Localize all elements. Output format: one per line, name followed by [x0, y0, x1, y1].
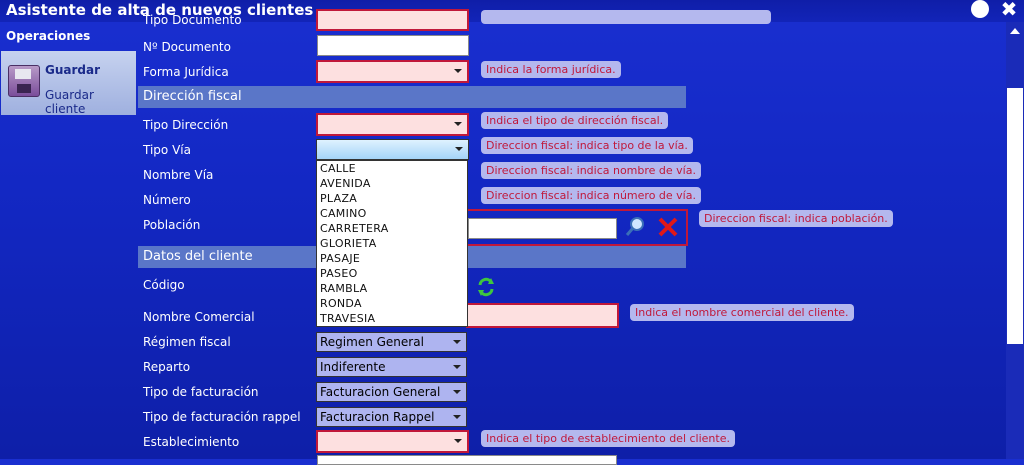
reparto-select[interactable]: Indiferente	[316, 357, 467, 377]
search-icon[interactable]	[625, 215, 647, 237]
poblacion-tooltip: Direccion fiscal: indica población.	[699, 210, 893, 227]
label-tipo-facturacion: Tipo de facturación	[143, 385, 259, 399]
via-option[interactable]: AVENIDA	[317, 176, 467, 191]
scroll-thumb[interactable]	[1007, 88, 1023, 344]
close-icon[interactable]: ✖	[999, 0, 1019, 20]
clear-icon[interactable]	[657, 216, 679, 238]
tipo-direccion-select[interactable]	[316, 113, 469, 136]
regimen-fiscal-select[interactable]: Regimen General	[316, 332, 467, 352]
poblacion-input[interactable]	[468, 218, 617, 239]
save-title: Guardar	[45, 63, 101, 77]
tipo-facturacion-value: Facturacion General	[320, 385, 441, 399]
via-option[interactable]: CARRETERA	[317, 221, 467, 236]
nombre-comercial-input[interactable]	[466, 303, 619, 328]
vertical-scrollbar[interactable]	[1006, 22, 1024, 459]
operations-heading: Operaciones	[6, 29, 91, 43]
numero-tooltip: Direccion fiscal: indica número de vía.	[481, 187, 701, 204]
establecimiento-tooltip: Indica el tipo de establecimiento del cl…	[481, 430, 735, 447]
via-option[interactable]: RAMBLA	[317, 281, 467, 296]
tipo-via-tooltip: Direccion fiscal: indica tipo de la vía.	[481, 137, 693, 154]
forma-juridica-tooltip: Indica la forma jurídica.	[481, 61, 621, 78]
section-direccion-fiscal: Dirección fiscal	[138, 86, 686, 108]
tipo-via-select[interactable]	[316, 139, 469, 160]
floppy-disk-icon	[8, 65, 40, 97]
via-option[interactable]: CALLE	[317, 161, 467, 176]
tipo-via-dropdown: CALLE AVENIDA PLAZA CAMINO CARRETERA GLO…	[316, 160, 468, 327]
refresh-icon[interactable]	[476, 276, 496, 298]
tipo-documento-tooltip	[481, 10, 771, 24]
label-regimen-fiscal: Régimen fiscal	[143, 335, 231, 349]
tipo-direccion-tooltip: Indica el tipo de dirección fiscal.	[481, 112, 669, 129]
via-option[interactable]: CAMINO	[317, 206, 467, 221]
label-numero: Número	[143, 193, 191, 207]
label-tipo-documento: Tipo Documento	[143, 13, 242, 27]
label-nombre-comercial: Nombre Comercial	[143, 310, 255, 324]
label-reparto: Reparto	[143, 360, 191, 374]
via-option[interactable]: RONDA	[317, 296, 467, 311]
tipo-facturacion-rappel-value: Facturacion Rappel	[320, 410, 435, 424]
via-option[interactable]: TRAVESIA	[317, 311, 467, 326]
via-option[interactable]: PASAJE	[317, 251, 467, 266]
scroll-up-icon[interactable]	[1010, 28, 1020, 34]
via-option[interactable]: PLAZA	[317, 191, 467, 206]
tipo-facturacion-select[interactable]: Facturacion General	[316, 382, 467, 402]
nombre-via-tooltip: Direccion fiscal: indica nombre de vía.	[481, 162, 701, 179]
label-establecimiento: Establecimiento	[143, 435, 240, 449]
tipo-documento-select[interactable]	[316, 9, 469, 31]
via-option[interactable]: GLORIETA	[317, 236, 467, 251]
label-codigo: Código	[143, 278, 185, 292]
tipo-facturacion-rappel-select[interactable]: Facturacion Rappel	[316, 407, 467, 427]
label-poblacion: Población	[143, 218, 201, 232]
label-tipo-facturacion-rappel: Tipo de facturación rappel	[143, 410, 301, 424]
label-forma-juridica: Forma Jurídica	[143, 65, 229, 79]
minimize-icon[interactable]	[971, 0, 989, 18]
label-n-documento: Nº Documento	[143, 40, 231, 54]
via-option[interactable]: PASEO	[317, 266, 467, 281]
label-tipo-via: Tipo Vía	[143, 143, 191, 157]
save-client-button[interactable]: Guardar Guardar cliente	[1, 51, 136, 116]
save-subtitle: Guardar cliente	[45, 88, 94, 116]
establecimiento-select[interactable]	[316, 430, 469, 453]
next-field-input[interactable]	[317, 455, 617, 465]
label-nombre-via: Nombre Vía	[143, 168, 214, 182]
nombre-comercial-tooltip: Indica el nombre comercial del cliente.	[630, 304, 854, 321]
label-tipo-direccion: Tipo Dirección	[143, 118, 229, 132]
n-documento-input[interactable]	[317, 35, 469, 56]
regimen-fiscal-value: Regimen General	[320, 335, 424, 349]
forma-juridica-select[interactable]	[316, 60, 469, 83]
reparto-value: Indiferente	[320, 360, 386, 374]
